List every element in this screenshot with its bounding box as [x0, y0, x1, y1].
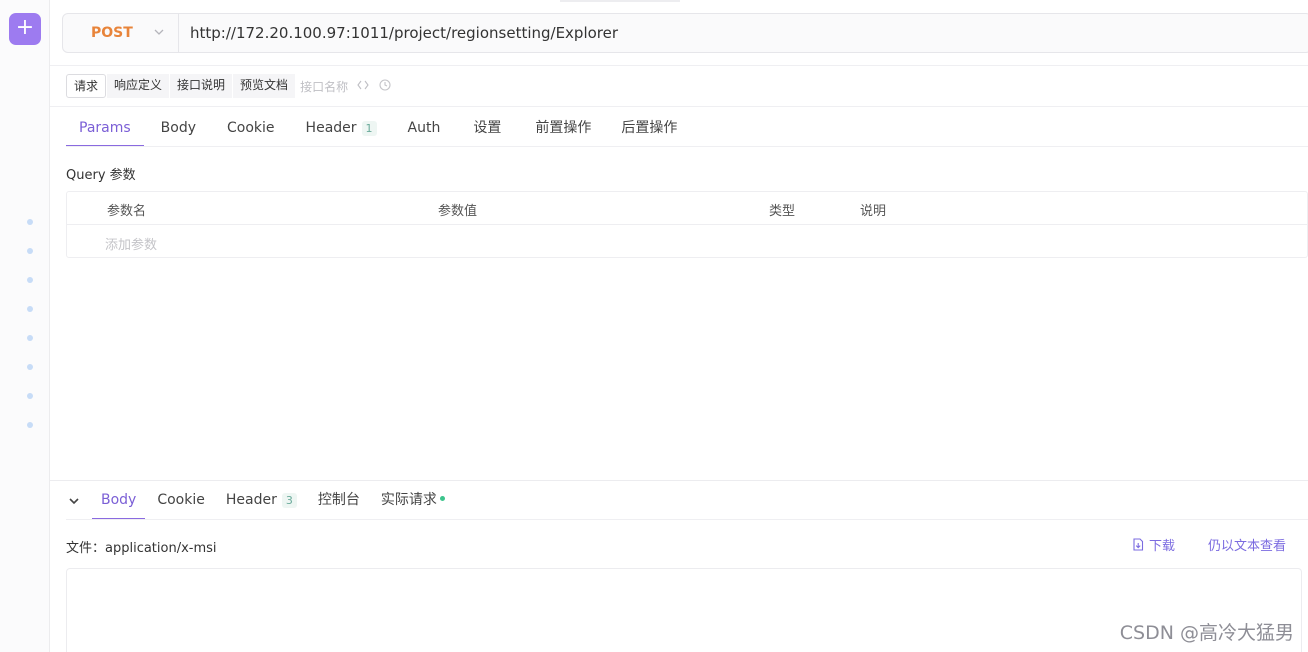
tab-label: Header — [305, 120, 357, 136]
subtab-api-description[interactable]: 接口说明 — [170, 74, 233, 98]
add-button[interactable]: + — [9, 13, 41, 45]
column-header-value: 参数值 — [438, 204, 478, 219]
chevron-down-icon — [154, 29, 164, 35]
divider — [66, 519, 1308, 520]
tab-label: Params — [79, 120, 131, 136]
response-tab-cookie[interactable]: Cookie — [157, 482, 205, 519]
divider — [50, 65, 1308, 66]
response-tabs: Body Cookie Header 3 控制台 实际请求 — [66, 482, 466, 520]
code-icon[interactable] — [352, 80, 374, 93]
tab-post-actions[interactable]: 后置操作 — [621, 108, 677, 146]
download-button[interactable]: 下载 — [1132, 535, 1175, 554]
api-name-input[interactable]: 接口名称 — [296, 78, 352, 95]
response-tab-console[interactable]: 控制台 — [318, 482, 360, 519]
download-icon — [1133, 538, 1144, 551]
header-count-badge: 1 — [361, 121, 377, 136]
response-header-count-badge: 3 — [281, 493, 297, 508]
watermark: CSDN @高冷大猛男 — [1119, 622, 1294, 644]
subtab-request[interactable]: 请求 — [66, 74, 107, 98]
sidebar-dot[interactable] — [27, 393, 33, 399]
tab-label: 前置操作 — [535, 120, 592, 136]
column-header-name: 参数名 — [107, 204, 147, 219]
url-bar: POST http://172.20.100.97:1011/project/r… — [62, 13, 1308, 53]
tab-label: Body — [160, 120, 197, 136]
tab-body[interactable]: Body — [161, 108, 196, 146]
table-header-row: 参数名 参数值 类型 说明 — [67, 192, 1307, 225]
tab-label: Cookie — [157, 492, 205, 508]
column-header-type: 类型 — [769, 204, 796, 219]
method-label: POST — [91, 25, 133, 41]
chevron-down-icon[interactable] — [66, 493, 82, 509]
request-tabs: Params Body Cookie Header 1 Auth 设置 前置操作 … — [66, 108, 711, 147]
panel-divider[interactable] — [50, 480, 1308, 481]
tab-pre-actions[interactable]: 前置操作 — [535, 108, 591, 146]
status-dot — [439, 495, 445, 501]
sidebar-dot[interactable] — [27, 335, 33, 341]
left-sidebar: + — [0, 0, 50, 652]
divider — [66, 146, 1308, 147]
sidebar-dot[interactable] — [27, 306, 33, 312]
column-header-description: 说明 — [860, 204, 887, 219]
sidebar-dot[interactable] — [27, 277, 33, 283]
tab-label: Cookie — [227, 120, 275, 136]
top-divider — [560, 0, 680, 2]
divider — [50, 106, 1308, 107]
tab-params[interactable]: Params — [66, 108, 144, 147]
method-select[interactable]: POST — [63, 14, 179, 52]
add-param-input[interactable]: 添加参数 — [105, 234, 157, 253]
query-params-table: 参数名 参数值 类型 说明 添加参数 — [66, 191, 1308, 258]
tab-cookie[interactable]: Cookie — [227, 108, 275, 146]
response-body-viewer[interactable] — [66, 568, 1302, 652]
tab-label: 控制台 — [317, 492, 360, 508]
request-editor: POST http://172.20.100.97:1011/project/r… — [50, 0, 1308, 652]
tab-label: Auth — [407, 120, 441, 136]
view-as-text-button[interactable]: 仍以文本查看 — [1208, 535, 1286, 554]
doc-subtabs: 请求 响应定义 接口说明 预览文档 接口名称 — [66, 74, 396, 98]
download-label: 下载 — [1149, 539, 1176, 554]
tab-label: Header — [225, 492, 277, 508]
response-file-info: 文件：application/x-msi — [66, 541, 217, 556]
tab-header[interactable]: Header 1 — [306, 108, 377, 146]
tab-auth[interactable]: Auth — [408, 108, 441, 146]
tab-settings[interactable]: 设置 — [473, 108, 501, 146]
sidebar-dot[interactable] — [27, 219, 33, 225]
subtab-response-definition[interactable]: 响应定义 — [107, 74, 170, 98]
tab-label: 实际请求 — [380, 492, 437, 508]
tab-label: Body — [101, 492, 137, 508]
response-tab-actual-request[interactable]: 实际请求 — [381, 482, 445, 519]
tab-label: 设置 — [473, 120, 502, 136]
query-params-title: Query 参数 — [66, 168, 136, 183]
tab-label: 后置操作 — [621, 120, 678, 136]
response-tab-header[interactable]: Header 3 — [226, 482, 297, 519]
url-input[interactable]: http://172.20.100.97:1011/project/region… — [190, 24, 618, 42]
response-tab-body[interactable]: Body — [91, 482, 146, 520]
subtab-preview-doc[interactable]: 预览文档 — [233, 74, 296, 98]
history-icon[interactable] — [374, 78, 396, 94]
sidebar-dot[interactable] — [27, 248, 33, 254]
sidebar-dot[interactable] — [27, 364, 33, 370]
sidebar-dot[interactable] — [27, 422, 33, 428]
